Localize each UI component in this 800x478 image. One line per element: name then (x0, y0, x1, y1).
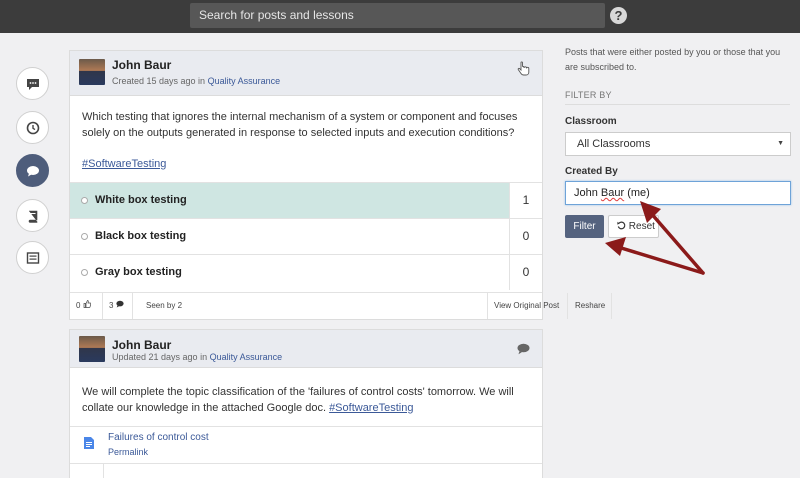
created-by-input[interactable]: John Baur (me) (565, 181, 791, 205)
google-doc-icon (84, 437, 94, 449)
arrow-to-filter-button (616, 245, 705, 275)
filter-button[interactable]: Filter (565, 215, 604, 238)
comments-button[interactable]: 3 (103, 293, 133, 319)
comment-icon (517, 343, 530, 355)
chat-bubble-icon (26, 78, 39, 90)
classroom-link[interactable]: Quality Assurance (210, 352, 283, 362)
attachment-link[interactable]: Failures of control cost (108, 432, 209, 443)
divider (70, 426, 542, 427)
author-name[interactable]: John Baur (112, 338, 171, 352)
post-body: We will complete the topic classificatio… (70, 368, 542, 416)
post-meta-text: Created 15 days ago in (112, 76, 208, 86)
rail-posts-button[interactable] (16, 154, 49, 187)
book-icon (28, 210, 37, 223)
poll-option-label: Gray box testing (95, 266, 182, 278)
filter-intro-text: Posts that were either posted by you or … (565, 47, 781, 72)
arrow-head (605, 237, 626, 256)
author-name[interactable]: John Baur (112, 58, 171, 72)
comment-count: 3 (109, 301, 114, 310)
help-icon[interactable]: ? (610, 7, 627, 24)
post-meta: Updated 21 days ago in Quality Assurance (112, 352, 282, 362)
post-card: John Baur Updated 21 days ago in Quality… (69, 329, 543, 478)
classroom-link[interactable]: Quality Assurance (208, 76, 281, 86)
radio-icon[interactable] (81, 269, 88, 276)
like-button[interactable]: 0 (70, 293, 103, 319)
divider (103, 464, 104, 478)
comment-icon (116, 300, 124, 308)
post-meta-text: Updated 21 days ago in (112, 352, 210, 362)
divider (565, 104, 790, 105)
post-question: Which testing that ignores the internal … (82, 111, 518, 139)
poll-option-count: 0 (509, 219, 542, 254)
poll-option-label: White box testing (95, 194, 187, 206)
permalink-link[interactable]: Permalink (108, 447, 148, 457)
rail-list-button[interactable] (16, 241, 49, 274)
hashtag-link[interactable]: #SoftwareTesting (329, 402, 413, 414)
classroom-select[interactable]: All Classrooms ▼ (565, 132, 791, 156)
avatar[interactable] (79, 336, 105, 362)
list-icon (26, 251, 39, 264)
poll-option-label: Black box testing (95, 230, 187, 242)
seen-by[interactable]: Seen by 2 (140, 293, 188, 319)
classroom-label: Classroom (565, 116, 617, 127)
poll-option-count: 0 (509, 255, 542, 290)
post-header: John Baur Created 15 days ago in Quality… (70, 51, 542, 96)
created-by-value-part: Baur (600, 187, 625, 199)
post-body-text: We will complete the topic classificatio… (82, 386, 514, 414)
reset-button[interactable]: Reset (608, 215, 659, 238)
avatar[interactable] (79, 59, 105, 85)
clock-icon (26, 121, 39, 134)
poll-option-count: 1 (509, 183, 542, 218)
poll-option[interactable]: Gray box testing 0 (70, 254, 542, 290)
rail-lessons-button[interactable] (16, 199, 49, 232)
caret-down-icon: ▼ (777, 140, 784, 147)
post-footer: 0 3 Seen by 2 View Original Post Reshare (70, 292, 613, 319)
rail-recent-button[interactable] (16, 111, 49, 144)
top-bar: Search for posts and lessons ? (0, 0, 800, 33)
thumbs-up-icon (83, 300, 91, 308)
like-count: 0 (76, 301, 81, 310)
radio-icon[interactable] (81, 233, 88, 240)
divider (70, 463, 542, 464)
radio-icon[interactable] (81, 197, 88, 204)
hand-pointer-icon (517, 61, 530, 76)
classroom-select-value: All Classrooms (577, 138, 651, 150)
created-by-label: Created By (565, 166, 618, 177)
hashtag-link[interactable]: #SoftwareTesting (82, 158, 166, 170)
post-hashtag-row: #SoftwareTesting (70, 141, 542, 172)
created-by-value-part: John (574, 187, 601, 199)
search-input[interactable]: Search for posts and lessons (190, 3, 605, 28)
poll-option[interactable]: Black box testing 0 (70, 218, 542, 254)
post-meta: Created 15 days ago in Quality Assurance (112, 76, 280, 86)
comment-icon (26, 165, 39, 176)
rail-chat-button[interactable] (16, 67, 49, 100)
filter-by-heading: FILTER BY (565, 90, 612, 100)
reshare-button[interactable]: Reshare (569, 293, 613, 319)
reset-label: Reset (628, 221, 655, 232)
poll-option[interactable]: White box testing 1 (70, 182, 542, 218)
post-header: John Baur Updated 21 days ago in Quality… (70, 330, 542, 368)
post-card: John Baur Created 15 days ago in Quality… (69, 50, 613, 320)
created-by-value-part: (me) (624, 187, 650, 199)
view-original-post-link[interactable]: View Original Post (487, 293, 568, 319)
undo-icon (617, 221, 626, 230)
